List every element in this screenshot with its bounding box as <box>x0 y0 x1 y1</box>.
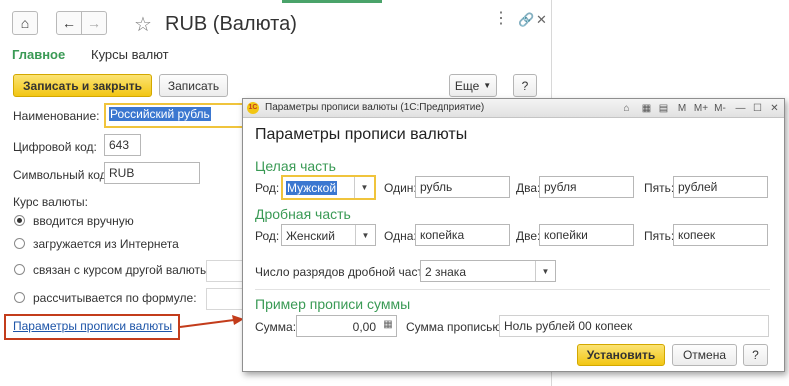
radio-internet-label: загружается из Интернета <box>33 237 179 251</box>
radio-linked[interactable] <box>14 264 25 275</box>
symbol-code-input[interactable]: RUB <box>104 162 200 184</box>
maximize-icon[interactable]: ☐ <box>751 102 764 115</box>
more-label: Еще <box>454 78 480 93</box>
dialog-heading: Параметры прописи валюты <box>255 126 468 143</box>
name-input[interactable]: Российский рубль <box>104 103 244 128</box>
cancel-button[interactable]: Отмена <box>672 344 737 366</box>
calculator-icon[interactable]: ▦ <box>382 319 394 333</box>
memory-m-icon[interactable]: M <box>675 102 689 115</box>
fraction-gender-label: Род: <box>255 229 280 243</box>
linked-currency-input[interactable] <box>206 260 246 282</box>
dialog-window-title: Параметры прописи валюты (1С:Предприятие… <box>265 102 485 113</box>
calculator-icon[interactable]: ▤ <box>657 102 670 115</box>
name-label: Наименование: <box>13 109 100 123</box>
fraction-one-label: Одна: <box>384 229 417 243</box>
words-label: Сумма прописью: <box>406 320 505 334</box>
fraction-gender-value: Женский <box>286 229 335 243</box>
home-button[interactable]: ⌂ <box>12 11 38 35</box>
radio-manual[interactable] <box>14 215 25 226</box>
favorite-star-icon[interactable]: ☆ <box>134 12 152 37</box>
radio-formula[interactable] <box>14 292 25 303</box>
whole-two-input[interactable]: рубля <box>539 176 634 198</box>
digits-select[interactable]: 2 знака ▼ <box>420 260 556 282</box>
more-menu-button[interactable]: Еще ▼ <box>449 74 497 97</box>
rate-label: Курс валюты: <box>13 195 88 209</box>
digital-code-input[interactable]: 643 <box>104 134 141 156</box>
fraction-gender-select[interactable]: Женский ▼ <box>281 224 376 246</box>
whole-two-label: Два: <box>516 181 541 195</box>
dropdown-arrow-icon[interactable]: ▼ <box>354 177 374 198</box>
app-logo-icon: 1C <box>247 102 259 114</box>
spelling-params-dialog: 1C Параметры прописи валюты (1С:Предприя… <box>242 98 785 372</box>
sum-label: Сумма: <box>255 320 297 334</box>
radio-internet[interactable] <box>14 238 25 249</box>
whole-gender-value: Мужской <box>286 181 338 195</box>
window-menu-icon[interactable]: ⋮ <box>493 8 509 28</box>
fraction-two-input[interactable]: копейки <box>539 224 634 246</box>
forward-button[interactable]: → <box>81 11 107 35</box>
formula-input[interactable] <box>206 288 246 310</box>
tab-main[interactable]: Главное <box>12 47 65 62</box>
link-icon[interactable]: 🔗 <box>518 12 534 28</box>
page-title: RUB (Валюта) <box>165 13 297 35</box>
whole-gender-label: Род: <box>255 181 280 195</box>
calendar-icon[interactable]: ▦ <box>640 102 653 115</box>
tab-rates[interactable]: Курсы валют <box>91 47 169 62</box>
arrow-left-icon: ← <box>62 15 76 31</box>
digital-code-label: Цифровой код: <box>13 140 97 154</box>
dialog-help-button[interactable]: ? <box>743 344 768 366</box>
dialog-titlebar: 1C Параметры прописи валюты (1С:Предприя… <box>243 99 784 118</box>
whole-gender-select[interactable]: Мужской ▼ <box>281 175 376 200</box>
fraction-five-input[interactable]: копеек <box>673 224 768 246</box>
memory-minus-icon[interactable]: M- <box>712 102 728 115</box>
install-button[interactable]: Установить <box>577 344 665 366</box>
symbol-code-label: Символьный код: <box>13 168 110 182</box>
dropdown-arrow-icon[interactable]: ▼ <box>535 261 555 281</box>
radio-linked-label: связан с курсом другой валюты: <box>33 263 212 277</box>
fraction-one-input[interactable]: копейка <box>415 224 510 246</box>
dropdown-arrow-icon[interactable]: ▼ <box>355 225 375 245</box>
arrow-right-icon: → <box>87 15 101 31</box>
sum-input[interactable]: 0,00 ▦ <box>296 315 397 337</box>
separator <box>255 289 770 290</box>
help-button[interactable]: ? <box>513 74 537 97</box>
radio-formula-label: рассчитывается по формуле: <box>33 291 197 305</box>
back-button[interactable]: ← <box>56 11 82 35</box>
digits-value: 2 знака <box>425 265 466 279</box>
fraction-two-label: Две: <box>516 229 541 243</box>
sum-value: 0,00 <box>352 320 376 334</box>
home-icon: ⌂ <box>20 15 30 31</box>
fraction-part-title: Дробная часть <box>255 206 351 222</box>
name-input-value: Российский рубль <box>109 107 211 121</box>
radio-manual-label: вводится вручную <box>33 214 134 228</box>
whole-one-input[interactable]: рубль <box>415 176 510 198</box>
memory-plus-icon[interactable]: M+ <box>693 102 709 115</box>
minimize-icon[interactable]: — <box>734 102 747 115</box>
active-tab-indicator <box>282 0 382 3</box>
save-button[interactable]: Записать <box>159 74 228 97</box>
save-and-close-button[interactable]: Записать и закрыть <box>13 74 152 97</box>
whole-part-title: Целая часть <box>255 158 336 174</box>
whole-five-label: Пять: <box>644 181 675 195</box>
example-title: Пример прописи суммы <box>255 296 411 312</box>
chevron-down-icon: ▼ <box>483 81 492 90</box>
fraction-five-label: Пять: <box>644 229 675 243</box>
whole-one-label: Один: <box>384 181 417 195</box>
digits-label: Число разрядов дробной части: <box>255 265 434 279</box>
close-icon[interactable]: ✕ <box>768 102 781 115</box>
currency-spelling-params-link[interactable]: Параметры прописи валюты <box>13 319 172 333</box>
close-icon[interactable]: ✕ <box>536 12 547 28</box>
pointer-arrow <box>179 315 244 328</box>
home-small-icon[interactable]: ⌂ <box>620 102 633 115</box>
whole-five-input[interactable]: рублей <box>673 176 768 198</box>
words-output: Ноль рублей 00 копеек <box>499 315 769 337</box>
